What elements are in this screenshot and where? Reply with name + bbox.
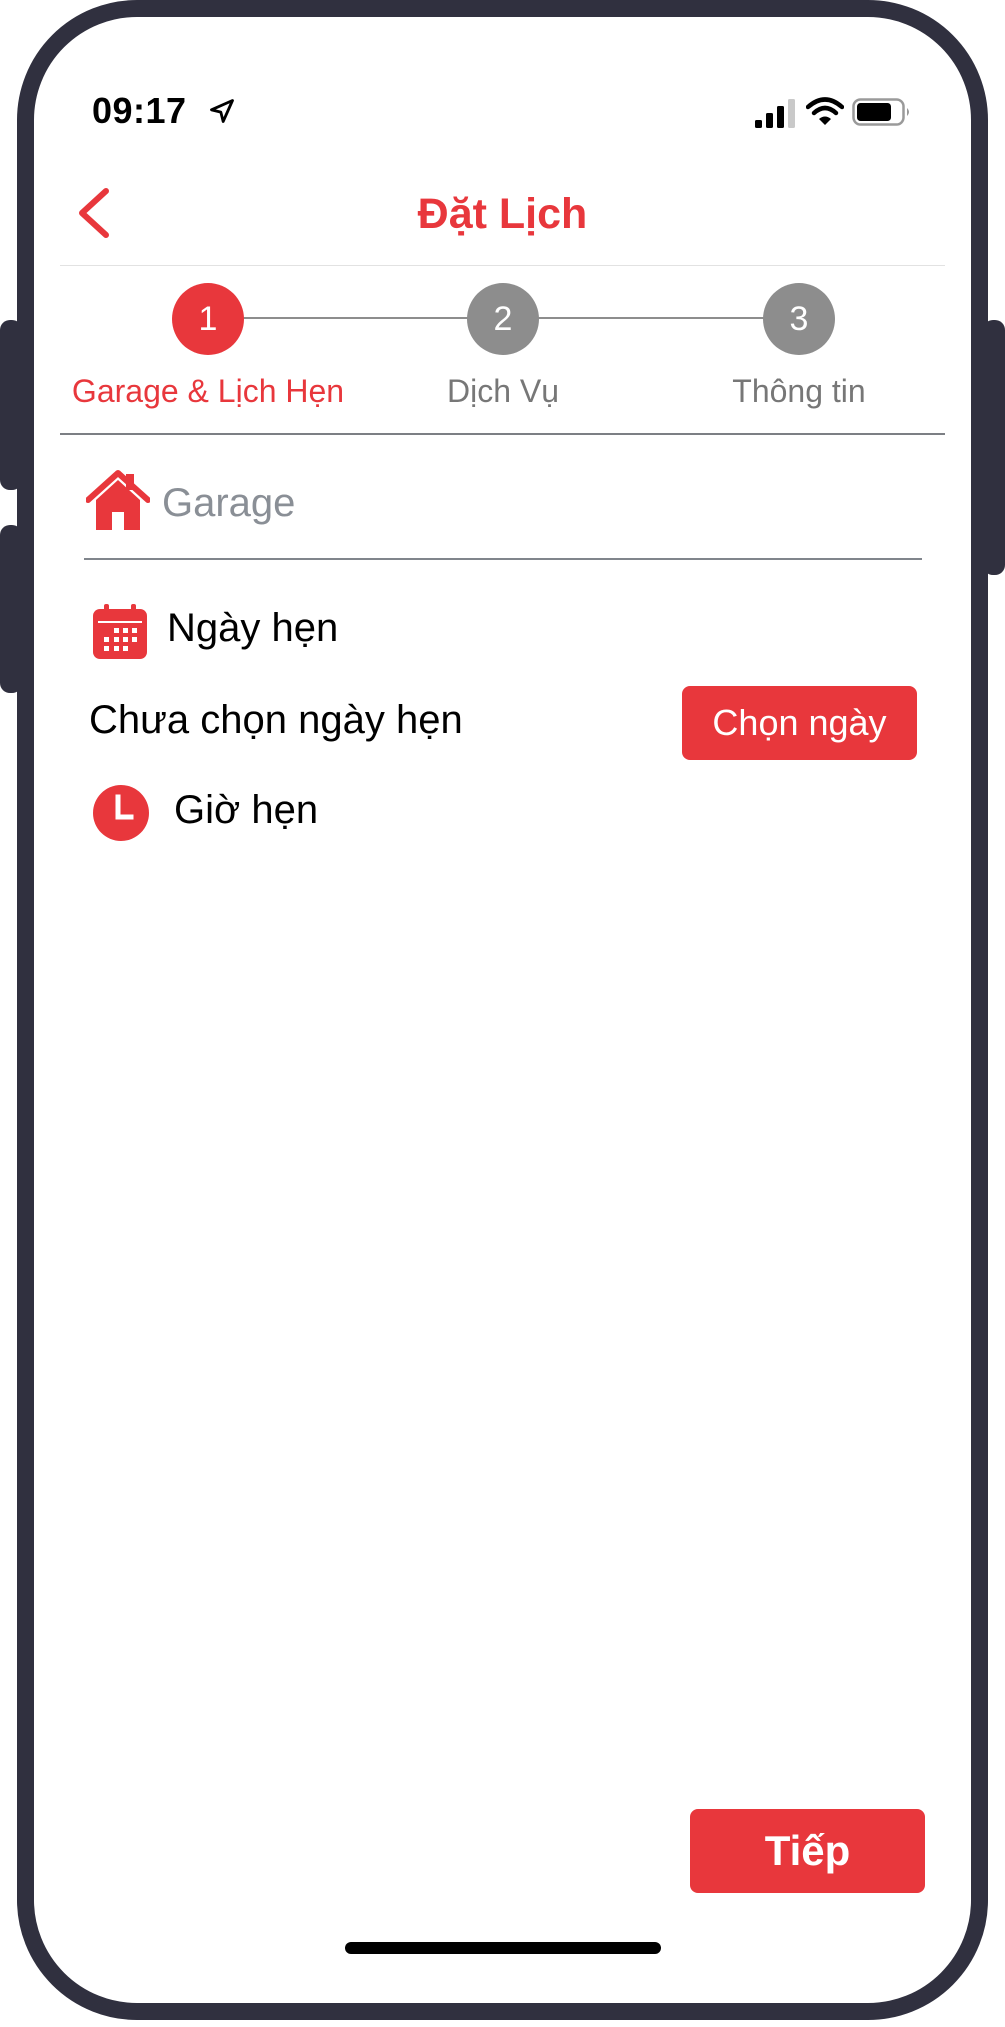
garage-input[interactable]: Garage bbox=[162, 470, 912, 536]
location-arrow-icon bbox=[210, 99, 234, 123]
page-title: Đặt Lịch bbox=[417, 190, 588, 238]
calendar-icon bbox=[93, 604, 147, 659]
garage-input-underline bbox=[84, 558, 922, 560]
choose-date-button[interactable]: Chọn ngày bbox=[682, 686, 917, 760]
home-indicator bbox=[345, 1942, 661, 1954]
battery-icon bbox=[852, 98, 909, 126]
date-label: Ngày hẹn bbox=[167, 606, 339, 650]
clock-icon bbox=[93, 785, 149, 841]
header-divider bbox=[60, 265, 945, 266]
date-status: Chưa chọn ngày hẹn bbox=[89, 698, 463, 742]
step-2-circle: 2 bbox=[467, 283, 539, 355]
step-connector bbox=[242, 317, 468, 319]
step-2-label: Dịch Vụ bbox=[446, 373, 560, 409]
wifi-icon bbox=[806, 97, 844, 125]
stepper-divider bbox=[60, 433, 945, 435]
step-connector bbox=[538, 317, 764, 319]
next-button[interactable]: Tiếp bbox=[690, 1809, 925, 1893]
step-1-circle: 1 bbox=[172, 283, 244, 355]
time-label: Giờ hẹn bbox=[174, 788, 319, 832]
home-icon bbox=[86, 470, 150, 530]
cellular-signal-icon bbox=[755, 99, 795, 128]
status-time: 09:17 bbox=[92, 90, 187, 131]
step-3-label: Thông tin bbox=[732, 373, 866, 409]
step-1-label: Garage & Lịch Hẹn bbox=[71, 373, 345, 409]
step-3-circle: 3 bbox=[763, 283, 835, 355]
